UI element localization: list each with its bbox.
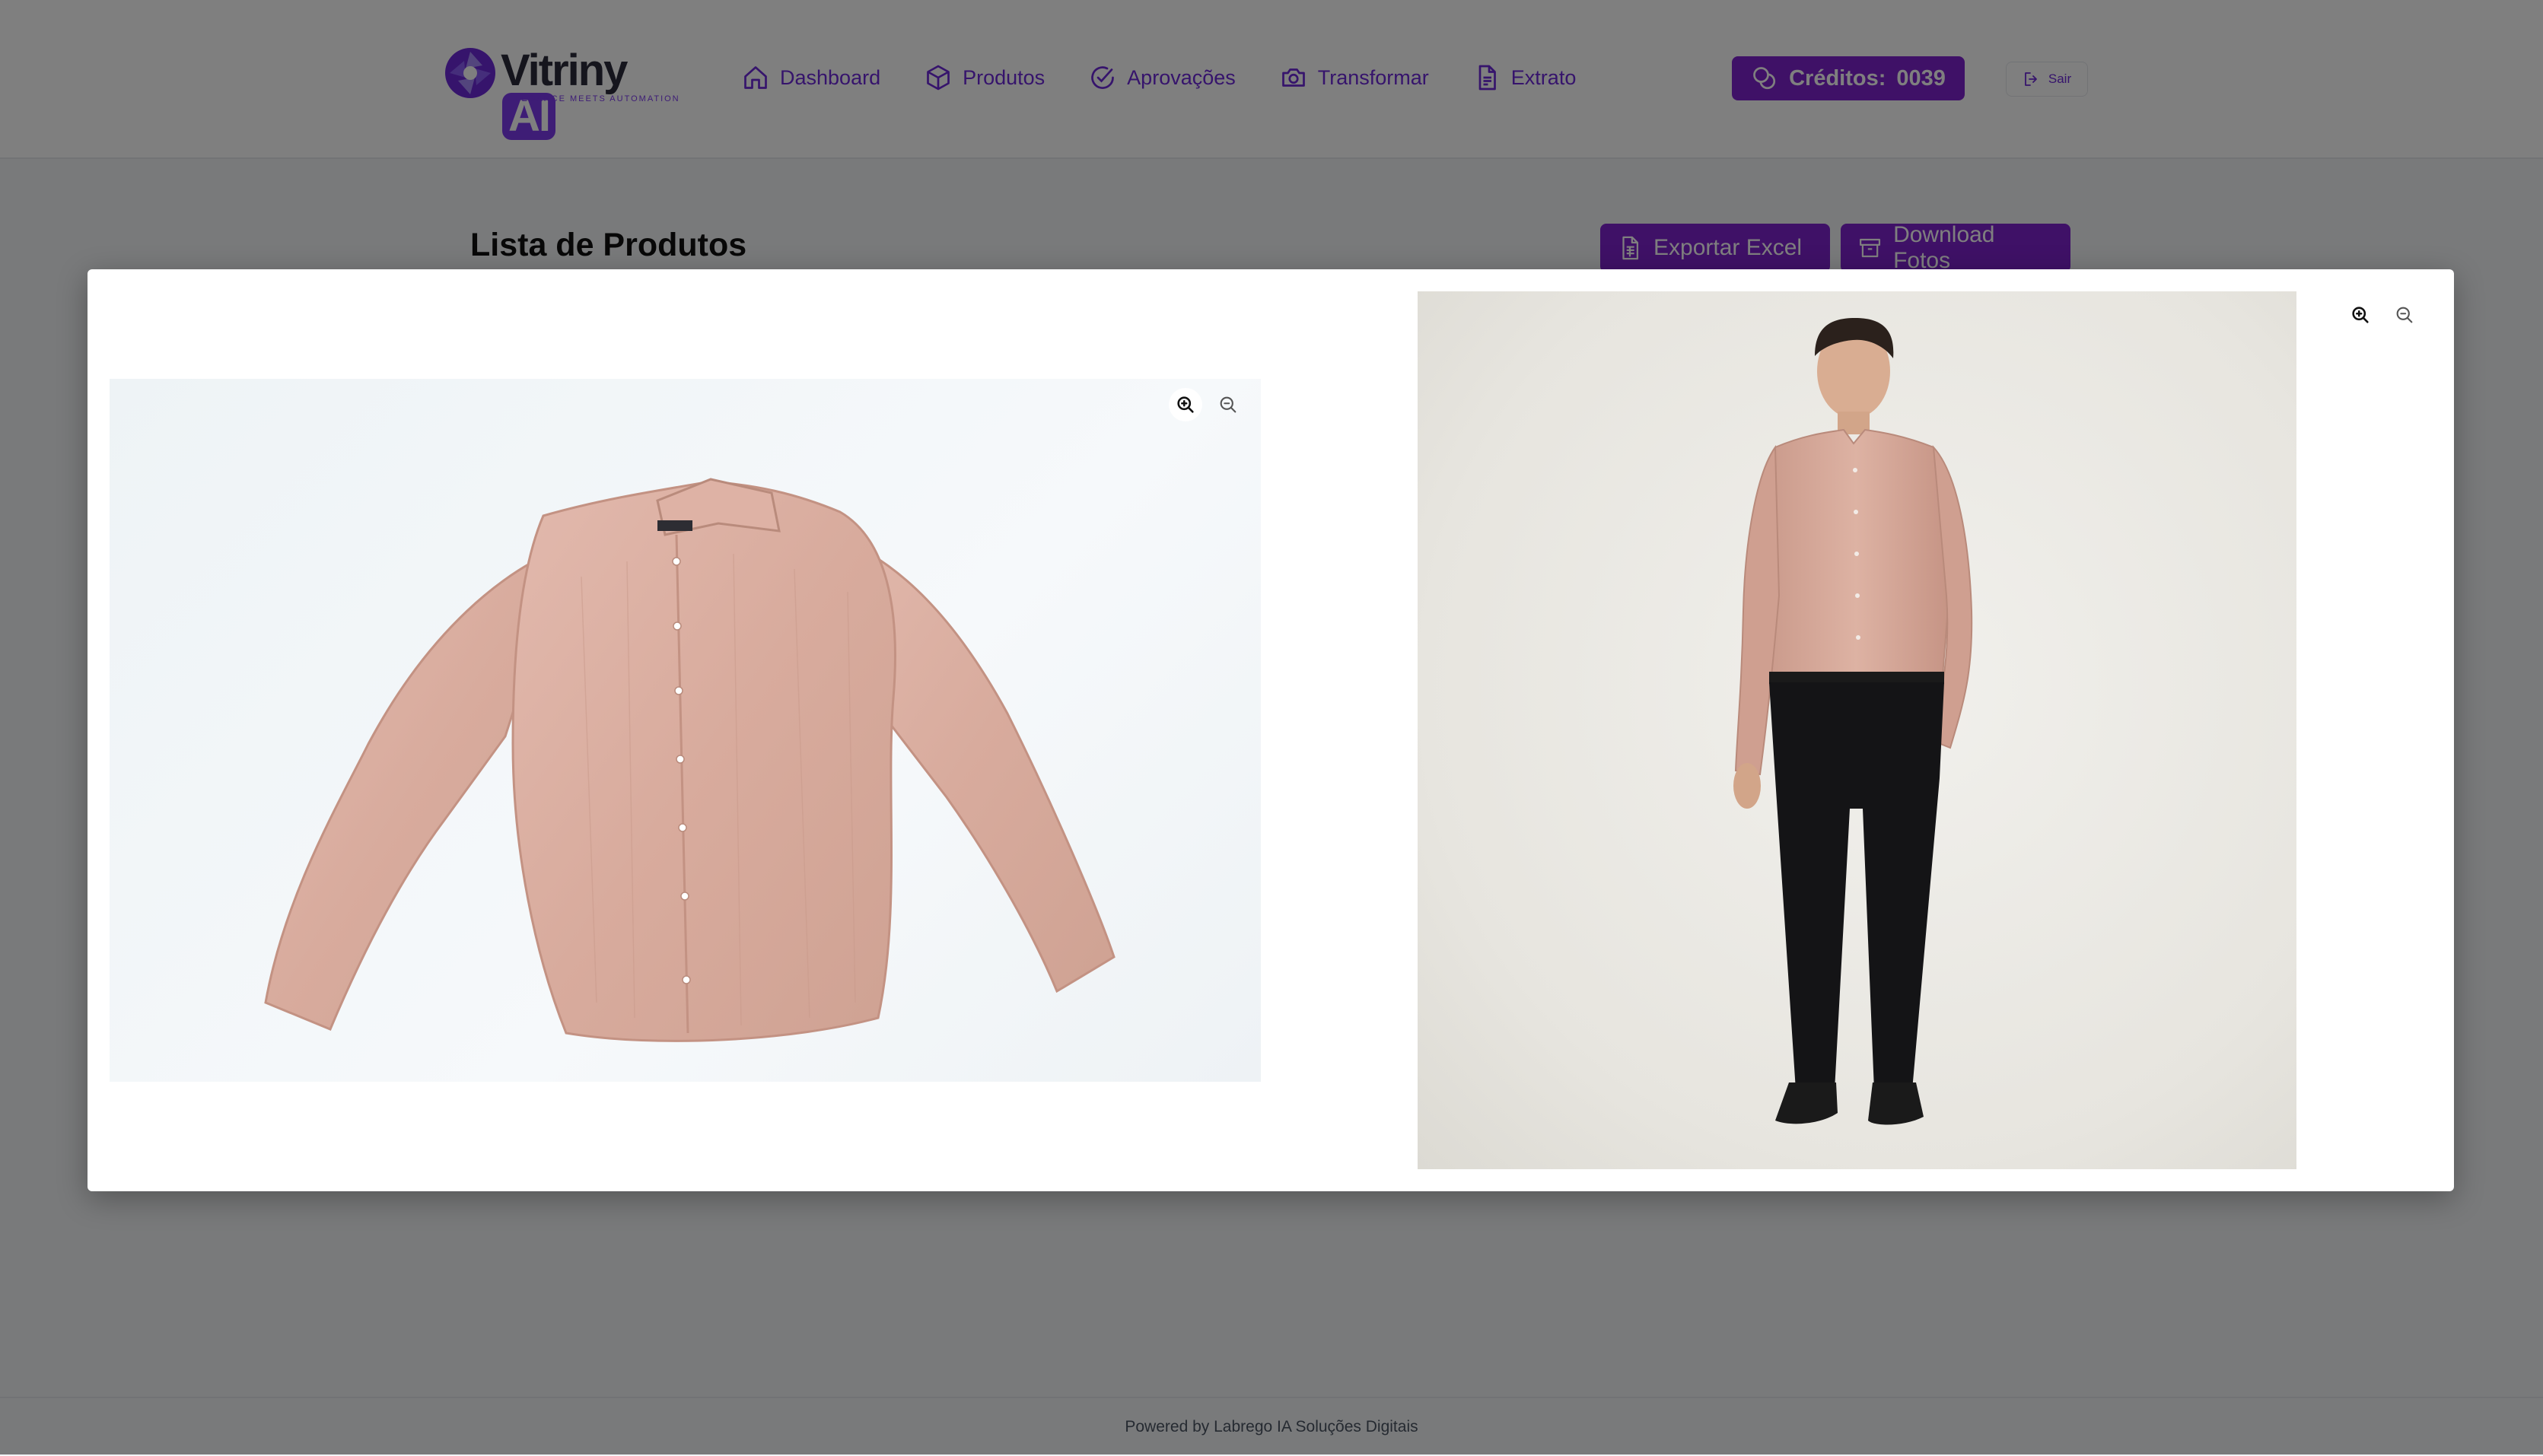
generated-image-panel[interactable] (1418, 291, 2296, 1169)
zoom-out-icon (1220, 396, 1236, 413)
zoom-in-icon (2352, 307, 2369, 323)
zoom-out-icon (2396, 307, 2413, 323)
zoom-in-icon (1177, 396, 1194, 413)
zoom-out-button[interactable] (1211, 388, 1245, 421)
model-photo (1733, 318, 1973, 1125)
original-image-panel[interactable] (110, 379, 1261, 1082)
zoom-in-button[interactable] (1169, 388, 1202, 421)
image-comparison-modal (88, 269, 2454, 1191)
right-zoom-out-button[interactable] (2388, 298, 2421, 332)
flat-shirt-photo (264, 478, 1116, 1042)
right-zoom-in-button[interactable] (2344, 298, 2377, 332)
